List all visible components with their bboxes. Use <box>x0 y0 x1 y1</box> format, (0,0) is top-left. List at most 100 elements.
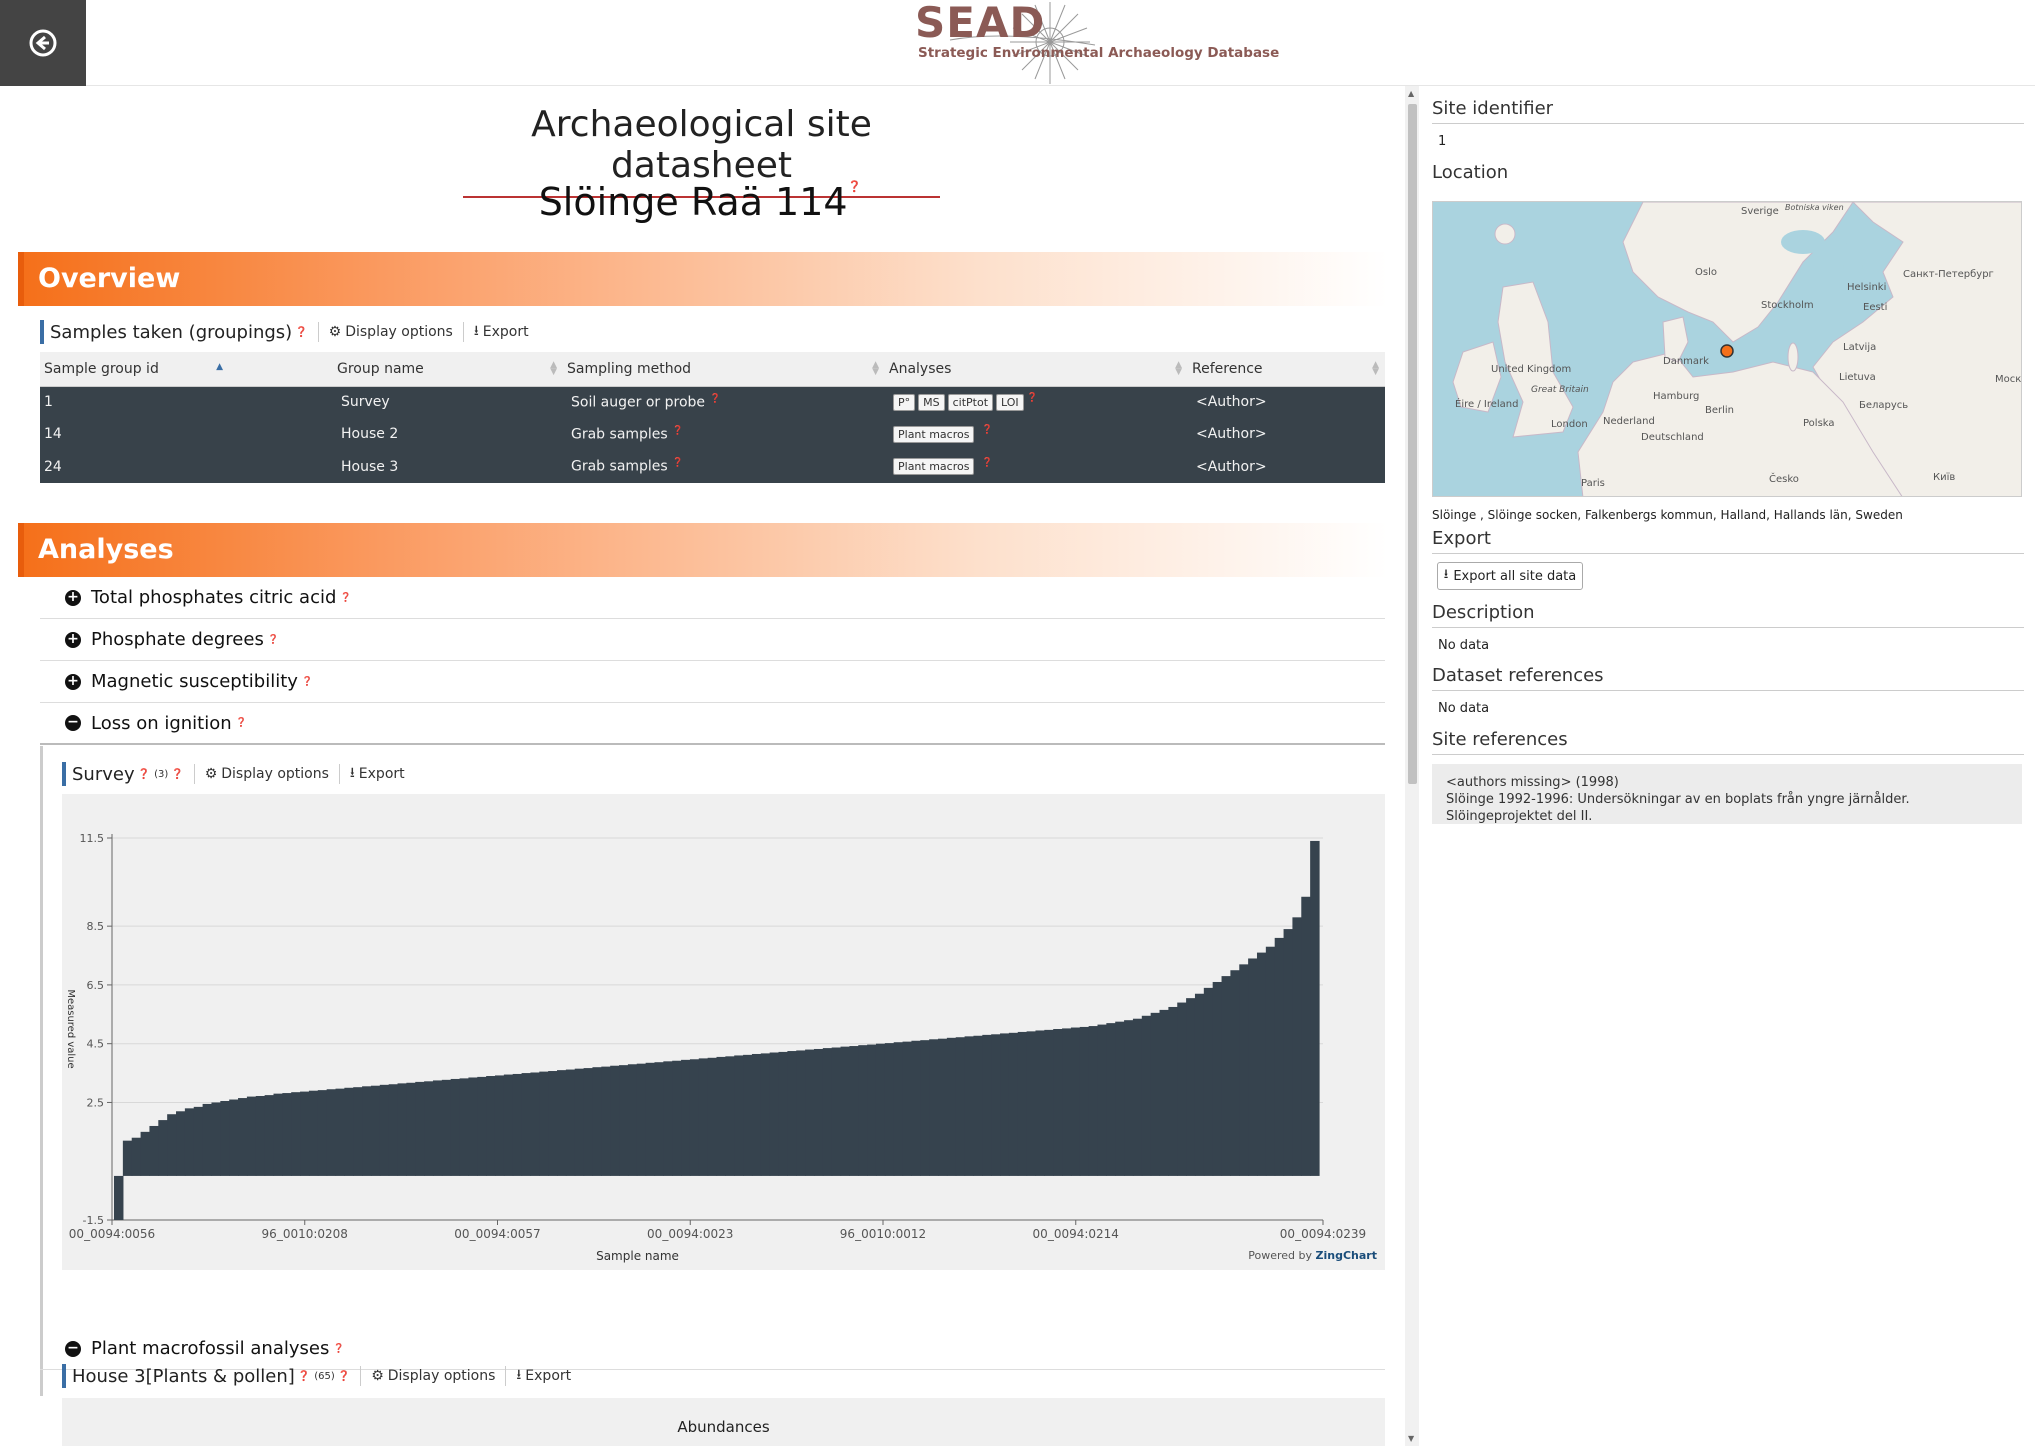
analysis-label: Magnetic susceptibility <box>91 671 298 692</box>
help-icon[interactable]: ❓ <box>138 769 150 780</box>
bar <box>335 1088 345 1176</box>
sort-icon: ▲ ▼ <box>550 360 557 377</box>
scroll-down-icon[interactable]: ▼ <box>1408 1434 1414 1443</box>
bar-chart-svg[interactable]: -1.5 2.5 4.5 6.5 8.5 11.5 00_0094:0056 96_0010:… <box>62 794 1385 1270</box>
help-icon[interactable]: ❓ <box>982 458 993 468</box>
bar <box>822 1048 833 1176</box>
table-row[interactable]: 14 House 2 Grab samples ❓ Plant macros ❓… <box>40 418 1385 450</box>
help-icon[interactable]: ❓ <box>298 1371 310 1382</box>
bar <box>938 1038 948 1176</box>
analysis-badge[interactable]: citPtot <box>947 394 994 412</box>
help-icon[interactable]: ❓ <box>295 327 307 338</box>
bar <box>796 1050 806 1176</box>
bar <box>716 1056 726 1176</box>
map-label: Berlin <box>1705 405 1734 416</box>
analysis-phosphate-degrees[interactable]: + Phosphate degrees ❓ <box>40 619 1385 661</box>
back-arrow-icon <box>29 29 57 57</box>
bar <box>1062 1028 1072 1176</box>
help-icon[interactable]: ❓ <box>340 593 351 603</box>
col-sample-group-id[interactable]: Sample group id ▲ <box>40 352 333 387</box>
map-label: Stockholm <box>1761 300 1814 311</box>
help-icon[interactable]: ❓ <box>982 425 993 435</box>
analysis-label: Total phosphates citric acid <box>91 587 337 608</box>
export-button[interactable]: ⭳ Export <box>350 762 405 786</box>
help-icon[interactable]: ❓ <box>236 718 247 728</box>
analysis-magnetic-susceptibility[interactable]: + Magnetic susceptibility ❓ <box>40 661 1385 703</box>
help-icon[interactable]: ❓ <box>302 677 313 687</box>
cell-reference[interactable]: <Author> <box>1188 450 1385 483</box>
survey-header: Survey ❓ (3) ❓ ⚙ Display options ⭳ Export <box>62 762 405 786</box>
analyses-title: Analyses <box>38 534 174 565</box>
bar <box>1203 987 1214 1176</box>
x-tick-label: 00_0094:0023 <box>647 1227 733 1241</box>
help-icon[interactable]: ❓ <box>672 458 683 468</box>
analysis-badge[interactable]: MS <box>918 394 945 412</box>
bar <box>964 1036 975 1176</box>
export-button[interactable]: ⭳ Export <box>474 320 529 344</box>
abundances-chart[interactable]: Abundances <box>62 1398 1385 1446</box>
cell-id: 24 <box>40 450 333 483</box>
help-icon[interactable]: ❓ <box>1027 393 1038 403</box>
help-icon[interactable]: ❓ <box>171 769 183 780</box>
powered-by[interactable]: Powered by ZingChart <box>1248 1249 1377 1262</box>
map-label: Éire / Ireland <box>1455 397 1518 410</box>
analysis-badge[interactable]: LOI <box>996 394 1024 412</box>
table-row[interactable]: 24 House 3 Grab samples ❓ Plant macros ❓… <box>40 450 1385 483</box>
back-button[interactable] <box>0 0 86 86</box>
display-options-button[interactable]: ⚙ Display options <box>371 1368 495 1384</box>
location-map[interactable]: Sverige Oslo Stockholm Helsinki Санкт-Пе… <box>1432 201 2022 497</box>
bar <box>1008 1032 1019 1176</box>
y-tick-label: 6.5 <box>87 979 105 992</box>
bar <box>1248 958 1258 1176</box>
loi-chart[interactable]: -1.5 2.5 4.5 6.5 8.5 11.5 00_0094:0056 96_0010:… <box>62 794 1385 1270</box>
help-icon[interactable]: ❓ <box>333 1344 344 1354</box>
export-button[interactable]: ⭳ Export <box>516 1364 571 1388</box>
analysis-badge[interactable]: Plant macros <box>893 458 975 476</box>
section-indent-line <box>40 746 43 1396</box>
help-icon[interactable]: ❓ <box>268 635 279 645</box>
analysis-badge[interactable]: P° <box>893 394 916 412</box>
help-icon[interactable]: ❓ <box>709 394 720 404</box>
bar <box>326 1089 337 1176</box>
zingchart-link[interactable]: ZingChart <box>1316 1249 1377 1262</box>
scrollbar-thumb[interactable] <box>1408 104 1417 784</box>
bar <box>477 1076 487 1176</box>
analysis-loss-on-ignition[interactable]: − Loss on ignition ❓ <box>40 703 1385 745</box>
col-group-name[interactable]: Group name ▲ ▼ <box>333 352 563 387</box>
analysis-total-phosphates[interactable]: + Total phosphates citric acid ❓ <box>40 577 1385 619</box>
scroll-up-icon[interactable]: ▲ <box>1408 89 1414 98</box>
bar <box>167 1114 177 1176</box>
col-reference[interactable]: Reference ▲ ▼ <box>1188 352 1385 387</box>
col-sampling-method[interactable]: Sampling method ▲ ▼ <box>563 352 885 387</box>
help-icon[interactable]: ❓ <box>848 180 862 193</box>
table-row[interactable]: 1 Survey Soil auger or probe ❓ P° MS citPt… <box>40 386 1385 418</box>
col-analyses[interactable]: Analyses ▲ ▼ <box>885 352 1188 387</box>
bar <box>1044 1029 1054 1176</box>
site-location-marker[interactable] <box>1720 344 1734 358</box>
table-header-row: Sample group id ▲ Group name ▲ ▼ Sampling m… <box>40 352 1385 387</box>
bar <box>370 1085 381 1176</box>
bar <box>122 1140 133 1176</box>
expand-plus-icon: + <box>65 673 81 690</box>
sead-logo[interactable]: SEAD Strategic Environmental Archaeology… <box>885 0 1279 86</box>
sort-icon: ▲ ▼ <box>1372 360 1379 377</box>
description-heading: Description <box>1432 602 2024 628</box>
cell-reference[interactable]: <Author> <box>1188 386 1385 418</box>
display-options-button[interactable]: ⚙ Display options <box>205 766 329 782</box>
bar <box>911 1040 921 1176</box>
cell-reference[interactable]: <Author> <box>1188 418 1385 450</box>
analysis-badge[interactable]: Plant macros <box>893 425 975 443</box>
gear-icon: ⚙ <box>328 324 342 340</box>
help-icon[interactable]: ❓ <box>338 1371 350 1382</box>
bar <box>689 1059 700 1176</box>
map-svg[interactable]: Sverige Oslo Stockholm Helsinki Санкт-Пе… <box>1433 202 2022 497</box>
expand-plus-icon: + <box>65 631 81 648</box>
bar <box>610 1065 620 1176</box>
top-bar: SEAD Strategic Environmental Archaeology… <box>0 0 2035 86</box>
dataset-references-value: No data <box>1438 701 1490 716</box>
house3-header: House 3[Plants & pollen] ❓ (65) ❓ ⚙ Displ… <box>62 1364 571 1388</box>
help-icon[interactable]: ❓ <box>672 426 683 436</box>
display-options-button[interactable]: ⚙ Display options <box>329 324 453 340</box>
bar <box>1070 1027 1081 1176</box>
export-all-site-data-button[interactable]: ⭳ Export all site data <box>1437 562 1583 590</box>
